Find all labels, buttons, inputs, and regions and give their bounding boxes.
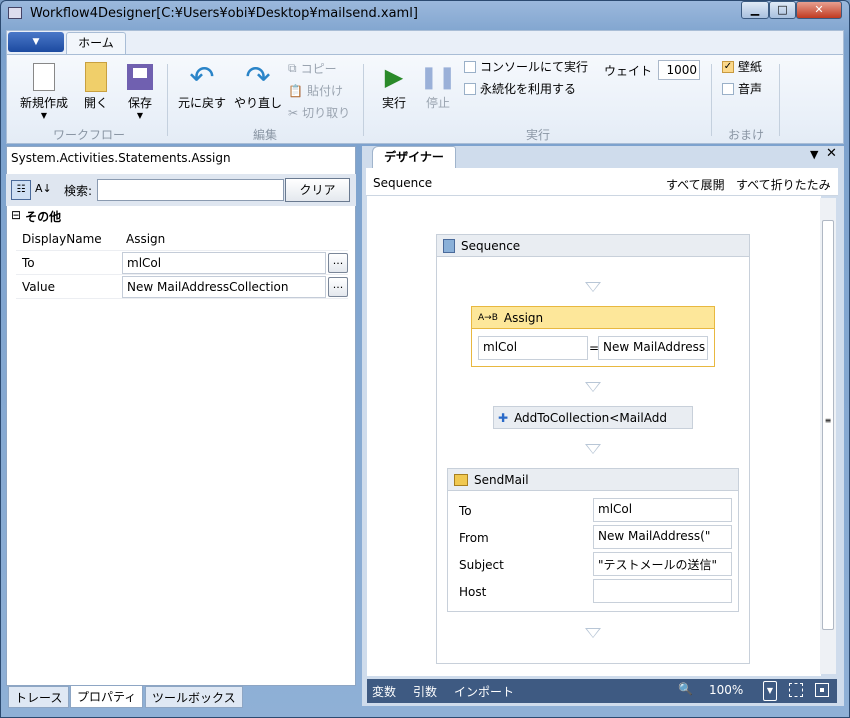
close-button[interactable]: ✕ [796,1,842,19]
categorized-icon[interactable]: ☷ [11,180,31,200]
add-collection-icon: ✚ [498,410,509,425]
tab-properties[interactable]: プロパティ [70,686,144,708]
separator [167,64,168,136]
assign-to-input[interactable]: mlCol [478,336,588,360]
category-other[interactable]: ⊟ その他 [11,208,61,225]
zoom-dropdown[interactable]: ▼ [763,681,777,701]
redo-icon: ↷ [245,59,271,95]
zoom-icon: 🔍 [678,682,693,696]
paste-icon: 📋 [288,83,303,98]
vertical-scrollbar[interactable]: ≡ [820,198,836,674]
checkmark-icon: ✓ [722,60,734,73]
breadcrumb[interactable]: Sequence [373,176,432,190]
overview-icon[interactable] [815,683,829,697]
undo-icon: ↶ [189,59,215,95]
expand-all-link[interactable]: すべて展開 [666,176,725,193]
separator [711,64,712,136]
redo-button[interactable]: ↷ やり直し [228,60,288,111]
checkbox-icon [722,82,734,95]
window-title: Workflow4Designer[C:¥Users¥obi¥Desktop¥m… [30,6,418,21]
group-edit-label: 編集 [252,128,277,142]
imports-button[interactable]: インポート [454,683,514,700]
value-input[interactable]: New MailAddressCollection [122,275,326,298]
copy-button[interactable]: ⧉ コピー [288,60,337,77]
field-label: To [459,504,472,518]
minimize-button[interactable]: ▁ [741,1,769,19]
host-input[interactable] [593,579,732,603]
property-row: Value New MailAddressCollection... [16,275,348,299]
copy-icon: ⧉ [288,61,297,75]
assign-icon: A→B [478,312,498,323]
to-input[interactable]: mlCol [593,498,732,522]
scissors-icon: ✂ [288,105,299,120]
to-value-input[interactable]: mlCol [122,251,326,274]
collapse-icon: ⊟ [11,208,22,222]
checkbox-icon [464,60,476,73]
wallpaper-checkbox[interactable]: ✓ 壁紙 [722,58,762,75]
separator [779,64,780,136]
field-label: Host [459,585,487,599]
dropdown-icon[interactable]: ▼ [810,148,818,161]
drop-target-arrow[interactable] [585,382,601,392]
fit-to-screen-icon[interactable] [789,683,803,697]
group-workflow-label: ワークフロー [52,128,125,142]
sequence-icon [443,238,455,253]
drop-target-arrow[interactable] [585,628,601,638]
drop-target-arrow[interactable] [585,282,601,292]
console-checkbox[interactable]: コンソールにて実行 [464,58,588,75]
sort-az-icon[interactable]: A↓ [35,180,52,198]
wait-label: ウェイト [604,64,653,78]
persist-checkbox[interactable]: 永続化を利用する [464,80,576,97]
zoom-level: 100% [709,683,744,697]
ellipsis-button[interactable]: ... [328,252,348,273]
property-row: DisplayName Assign [16,227,348,251]
group-run-label: 実行 [525,128,550,142]
tab-home[interactable]: ホーム [66,32,126,54]
field-label: From [459,531,489,545]
folder-icon [85,62,107,92]
undo-button[interactable]: ↶ 元に戻す [172,60,232,111]
field-label: Subject [459,558,504,572]
assign-value-input[interactable]: New MailAddress [598,336,708,360]
subject-input[interactable]: "テストメールの送信" [593,552,732,576]
mail-icon [454,473,468,486]
close-icon[interactable]: ✕ [826,146,837,161]
arguments-button[interactable]: 引数 [413,683,437,700]
new-button[interactable]: 新規作成 ▼ [14,60,74,120]
stop-button[interactable]: ❚❚ 停止 [408,60,468,111]
app-icon [8,7,22,19]
ellipsis-button[interactable]: ... [328,276,348,297]
search-label: 検索: [64,184,93,198]
pause-icon: ❚❚ [419,64,457,90]
from-input[interactable]: New MailAddress(" [593,525,732,549]
clear-button[interactable]: クリア [285,178,350,202]
selected-type: System.Activities.Statements.Assign [11,151,231,165]
add-to-collection-activity[interactable]: ✚ AddToCollection<MailAdd [493,406,693,429]
scrollbar-thumb[interactable]: ≡ [822,220,834,630]
tab-toolbox[interactable]: ツールボックス [145,686,243,708]
property-row: To mlCol... [16,251,348,275]
save-button[interactable]: 保存 ▼ [110,60,170,120]
paste-button[interactable]: 📋 貼付け [288,82,343,99]
new-file-icon [33,63,55,91]
maximize-button[interactable]: □ [769,1,796,19]
tab-trace[interactable]: トレース [8,686,70,708]
wait-input[interactable] [658,60,700,80]
search-input[interactable] [97,179,284,201]
checkbox-icon [464,82,476,95]
cut-button[interactable]: ✂ 切り取り [288,104,350,121]
app-menu-button[interactable]: ▼ [8,32,64,52]
tab-designer[interactable]: デザイナー [372,146,456,168]
floppy-icon [127,64,153,90]
group-extra-label: おまけ [727,128,764,142]
sound-checkbox[interactable]: 音声 [722,80,762,97]
drop-target-arrow[interactable] [585,444,601,454]
variables-button[interactable]: 変数 [372,683,396,700]
collapse-all-link[interactable]: すべて折りたたみ [736,176,831,193]
